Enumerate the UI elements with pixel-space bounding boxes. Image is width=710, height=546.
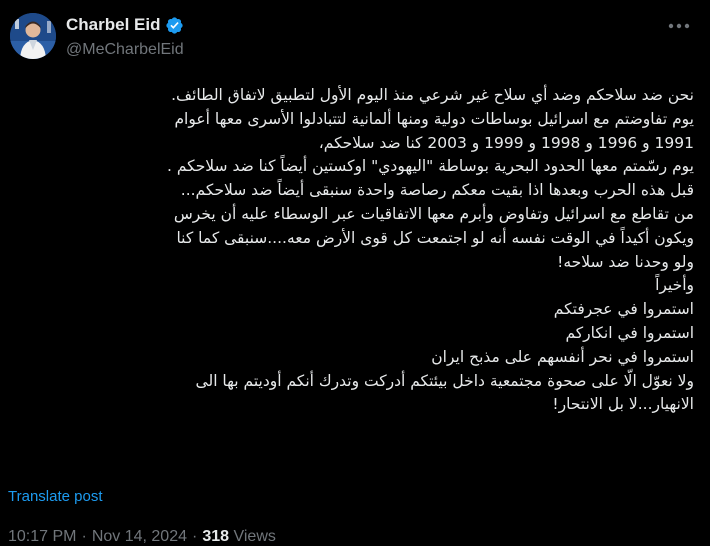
tweet-text-line: يوم رسّمتم معها الحدود البحرية بوساطة "ا… [166, 157, 694, 176]
tweet-text-line: يوم تفاوضتم مع اسرائيل بوساطات دولية ومن… [174, 109, 694, 128]
tweet-text-line: استمروا في عجرفتكم [553, 300, 694, 319]
translate-post-link[interactable]: Translate post [8, 488, 103, 505]
profile-photo-icon [10, 13, 56, 59]
tweet-text-line: وأخيراً [655, 276, 694, 295]
post-time[interactable]: 10:17 PM [8, 528, 76, 545]
views-label: Views [233, 528, 276, 545]
tweet-text-line: قبل هذه الحرب وبعدها اذا بقيت معكم رصاصة… [180, 181, 694, 200]
tweet-text: نحن ضد سلاحكم وضد أي سلاح غير شرعي منذ ا… [8, 84, 694, 417]
post-date[interactable]: Nov 14, 2024 [92, 528, 187, 545]
tweet-text-line: نحن ضد سلاحكم وضد أي سلاح غير شرعي منذ ا… [171, 86, 694, 104]
author-name-row: Charbel Eid [66, 15, 184, 35]
tweet-text-line: ويكون أكيداً في الوقت نفسه أنه لو اجتمعت… [176, 228, 694, 247]
tweet-text-line: ولا نعوّل الّا على صحوة مجتمعية داخل بيئ… [195, 371, 694, 390]
tweet-meta: 10:17 PM · Nov 14, 2024 · 318 Views [8, 528, 276, 546]
tweet-text-line: 1991 و 1996 و 1998 و 1999 و 2003 كنا ضد … [318, 133, 694, 152]
more-horizontal-icon [668, 23, 690, 29]
tweet-text-line: ولو وحدنا ضد سلاحه! [557, 252, 694, 271]
verified-badge-icon[interactable] [165, 16, 184, 35]
tweet-text-line: من تقاطع مع اسرائيل وتفاوض وأبرم معها ال… [173, 204, 694, 223]
meta-separator: · [192, 528, 198, 545]
views-count[interactable]: 318 [202, 528, 229, 545]
tweet-text-line: استمروا في انكاركم [565, 323, 694, 342]
avatar[interactable] [10, 13, 56, 59]
meta-separator: · [81, 528, 87, 545]
author-handle[interactable]: @MeCharbelEid [66, 41, 184, 59]
tweet-text-line: الانهيار...لا بل الانتحار! [552, 395, 694, 414]
more-options-button[interactable] [666, 16, 692, 36]
author-display-name[interactable]: Charbel Eid [66, 15, 160, 35]
tweet: Charbel Eid @MeCharbelEid نحن ضد سلاحكم … [0, 0, 710, 546]
tweet-text-line: استمروا في نحر أنفسهم على مذبح ايران [431, 347, 694, 366]
